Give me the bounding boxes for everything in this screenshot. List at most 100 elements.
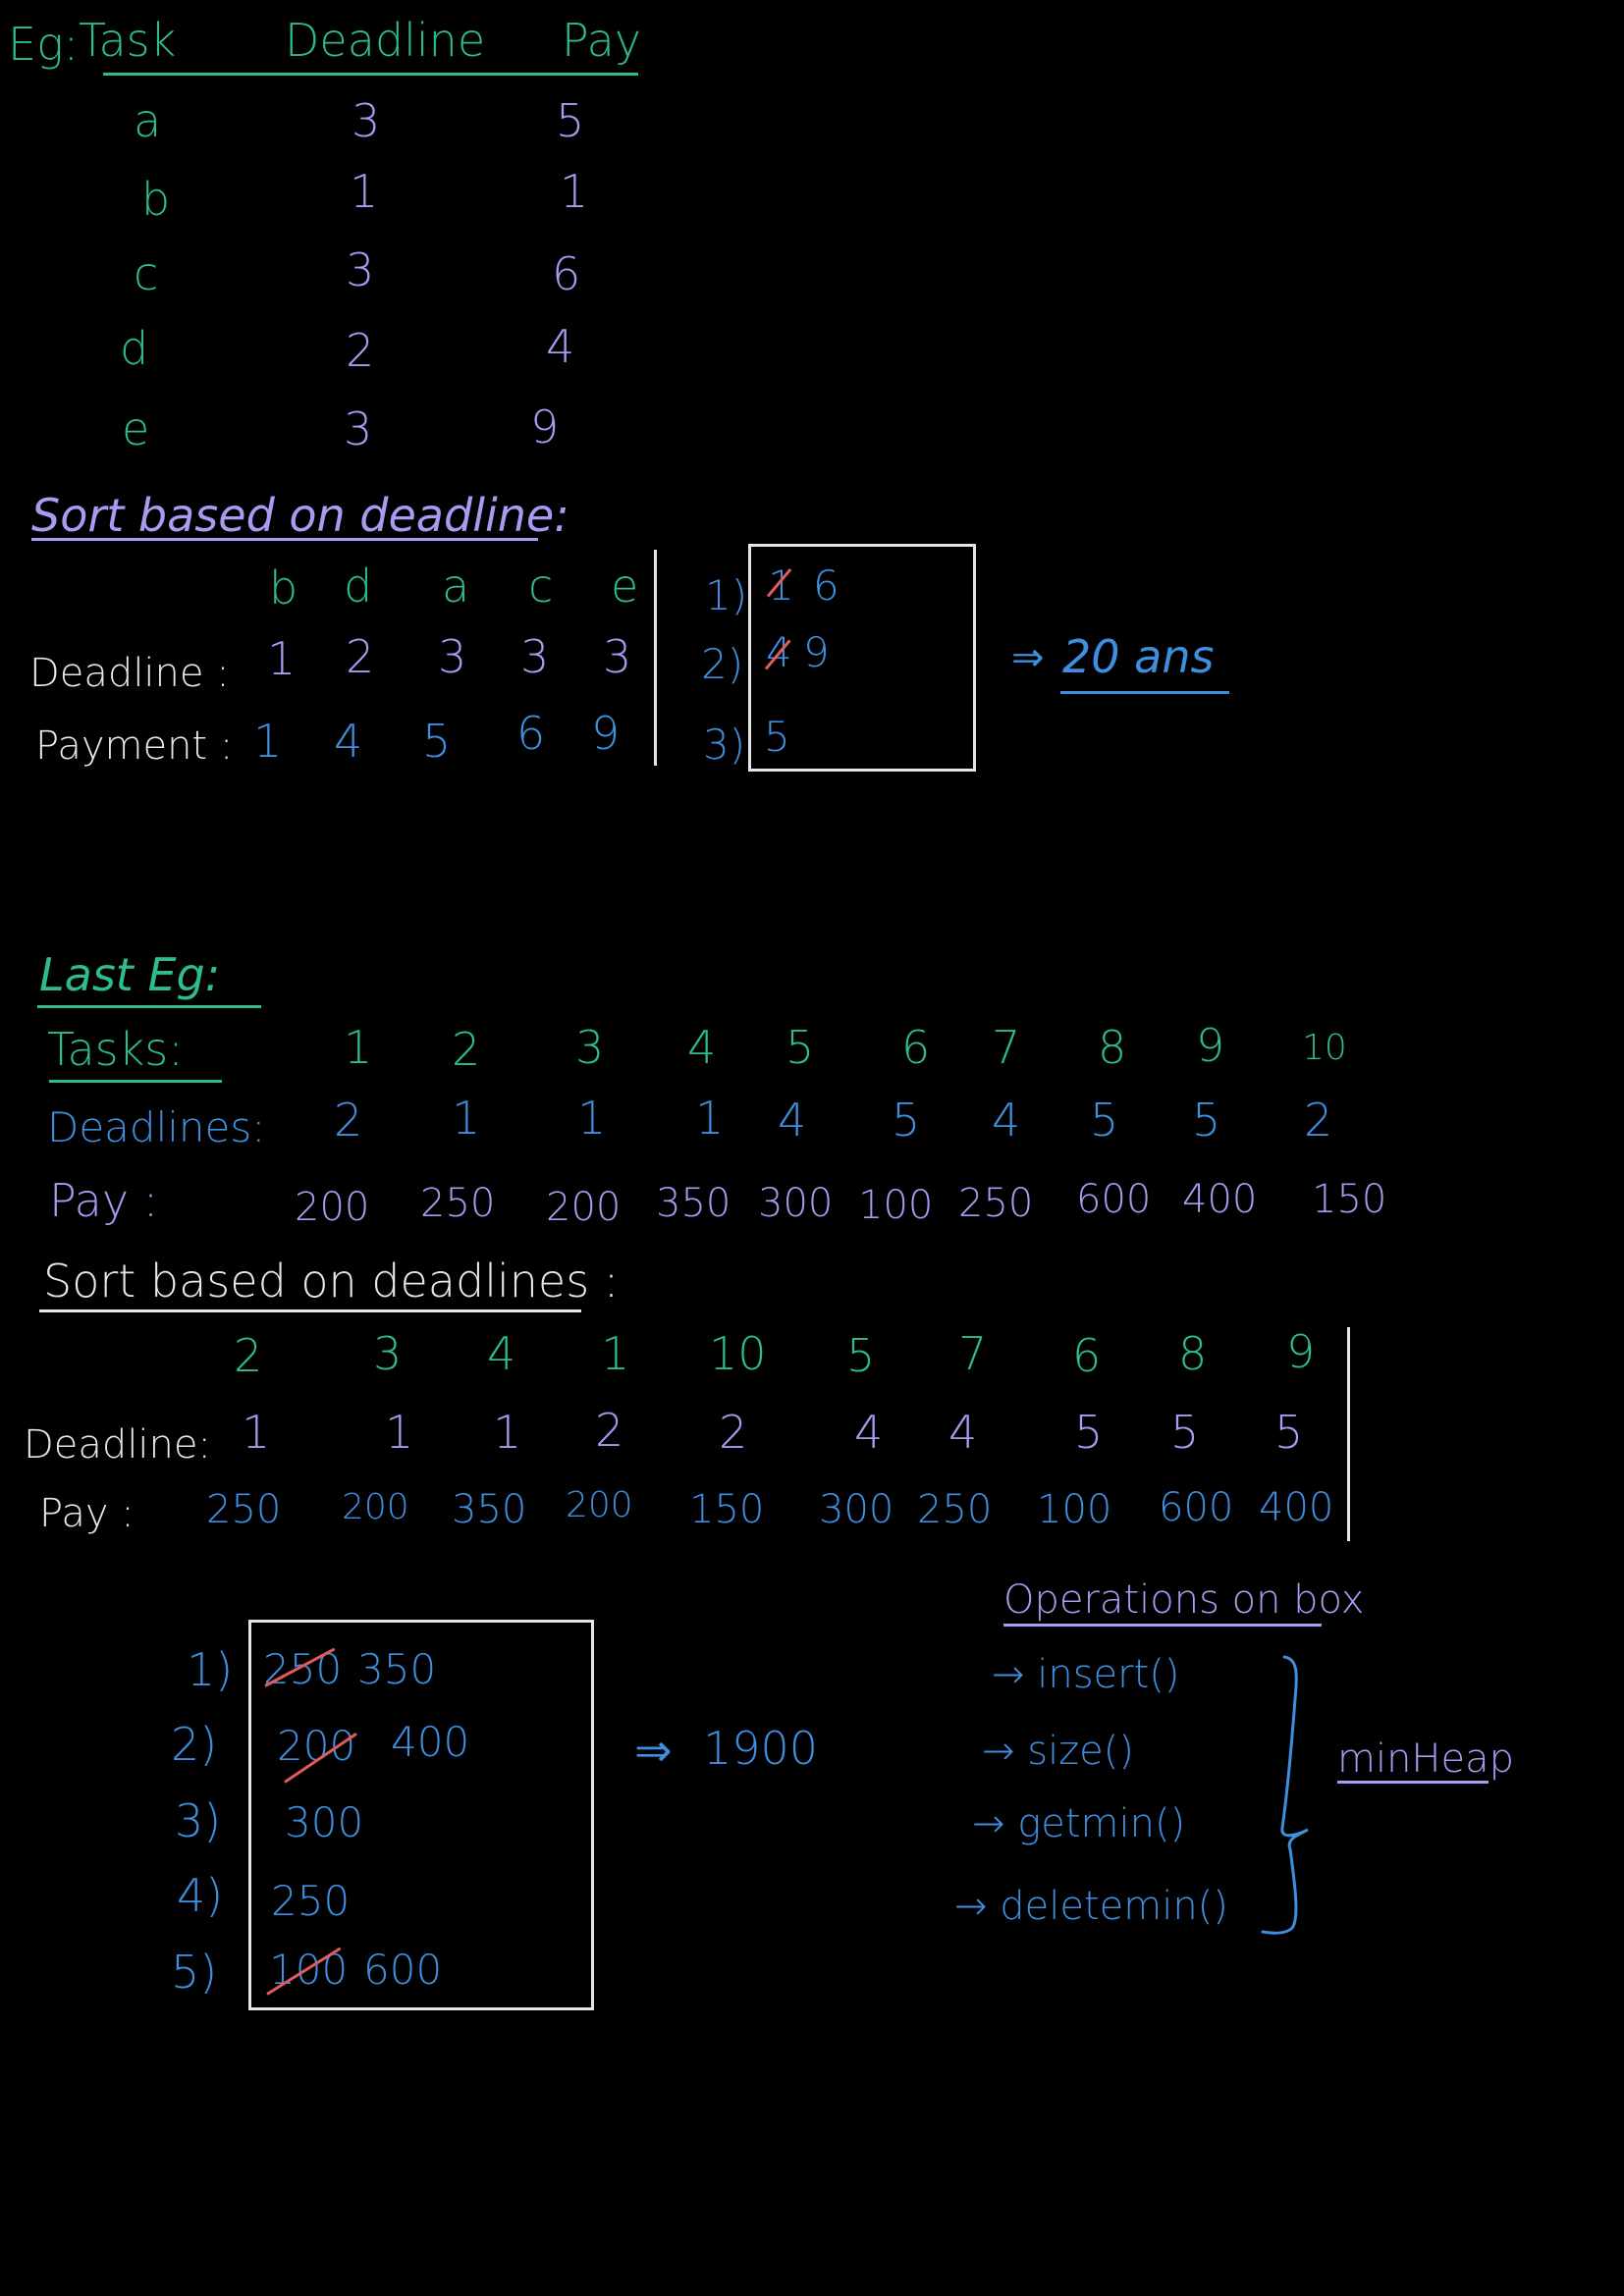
pay-value: 250 bbox=[420, 1181, 496, 1226]
slot-value: 400 bbox=[391, 1718, 470, 1766]
row-task: c bbox=[134, 247, 159, 300]
operations-heading: Operations on box bbox=[1003, 1577, 1365, 1623]
slot-value: 300 bbox=[285, 1798, 364, 1846]
pay-value: 250 bbox=[958, 1181, 1034, 1226]
sorted-pay-value: 200 bbox=[566, 1485, 633, 1525]
sorted-deadline-value: 4 bbox=[948, 1406, 978, 1459]
row-deadline: 2 bbox=[346, 324, 375, 377]
deadline-value: 5 bbox=[1090, 1094, 1119, 1147]
curly-brace-icon bbox=[1261, 1655, 1309, 1935]
sort-heading-underline bbox=[31, 538, 538, 541]
sorted-deadline-value: 5 bbox=[1074, 1406, 1104, 1459]
sorted-deadline-value: 2 bbox=[595, 1404, 624, 1457]
pay-value: 100 bbox=[858, 1183, 934, 1228]
sorted-task-number: 3 bbox=[373, 1327, 403, 1380]
row-task: a bbox=[134, 94, 162, 147]
divider-line bbox=[654, 550, 657, 766]
deadline-value: 1 bbox=[695, 1092, 725, 1145]
sorted-task: a bbox=[442, 560, 470, 613]
sorted-pay-value: 200 bbox=[342, 1487, 409, 1527]
task-number: 2 bbox=[452, 1023, 481, 1076]
sorted-pay-value: 400 bbox=[1259, 1485, 1334, 1530]
task-number: 5 bbox=[785, 1021, 815, 1074]
task-number: 7 bbox=[992, 1021, 1021, 1074]
task-number: 8 bbox=[1098, 1021, 1127, 1074]
slot-value: 5 bbox=[764, 713, 790, 761]
task-number: 1 bbox=[344, 1021, 373, 1074]
deadline-value: 1 bbox=[577, 1092, 607, 1145]
result-arrow: ⇒ bbox=[1011, 635, 1045, 680]
sorted-deadline-value: 1 bbox=[385, 1406, 414, 1459]
pay-value: 200 bbox=[295, 1185, 370, 1230]
slot-label: 4) bbox=[177, 1869, 224, 1922]
row-pay: 6 bbox=[552, 247, 581, 300]
slot-value: 250 bbox=[271, 1877, 351, 1925]
sorted-deadline: 1 bbox=[267, 632, 297, 685]
pay-value: 600 bbox=[1076, 1177, 1152, 1222]
slot-label: 2) bbox=[701, 640, 744, 688]
min-heap-label: minHeap bbox=[1337, 1736, 1515, 1782]
sorted-task: b bbox=[269, 561, 298, 614]
sorted-deadline-value: 5 bbox=[1170, 1406, 1200, 1459]
sorted-deadline-label: Deadline: bbox=[24, 1422, 211, 1468]
sorted-payment: 5 bbox=[422, 715, 452, 768]
min-heap-underline bbox=[1337, 1781, 1489, 1784]
task-number: 10 bbox=[1302, 1028, 1347, 1068]
task-number: 4 bbox=[687, 1021, 717, 1074]
struck-value: 250 bbox=[263, 1645, 343, 1693]
pay-value: 400 bbox=[1182, 1177, 1258, 1222]
sorted-deadline-value: 2 bbox=[719, 1406, 748, 1459]
sorted-payment: 1 bbox=[253, 715, 283, 768]
operation-item: → getmin() bbox=[972, 1801, 1186, 1846]
header-task: Task bbox=[79, 14, 177, 67]
sorted-task-number: 6 bbox=[1072, 1329, 1102, 1382]
result-arrow: ⇒ bbox=[634, 1724, 673, 1777]
sorted-deadline-value: 1 bbox=[493, 1406, 522, 1459]
deadline-value: 4 bbox=[992, 1094, 1021, 1147]
row-task: b bbox=[141, 173, 171, 226]
task-number: 6 bbox=[901, 1021, 931, 1074]
deadlines-label: Deadlines: bbox=[47, 1103, 266, 1151]
slot-value: 6 bbox=[813, 561, 839, 610]
last-eg-underline bbox=[37, 1005, 261, 1008]
sorted-payment: 9 bbox=[591, 707, 621, 760]
row-pay: 1 bbox=[560, 165, 589, 218]
sorted-deadline: 2 bbox=[346, 630, 375, 683]
row-task: e bbox=[122, 402, 150, 455]
task-number: 3 bbox=[575, 1021, 605, 1074]
tasks-label: Tasks: bbox=[47, 1023, 184, 1076]
sorted-deadline-value: 5 bbox=[1274, 1406, 1304, 1459]
result-value: 1900 bbox=[703, 1722, 819, 1775]
sorted-deadline-value: 4 bbox=[854, 1406, 884, 1459]
sorted-pay-value: 300 bbox=[819, 1487, 894, 1532]
slot-label: 5) bbox=[171, 1946, 218, 1999]
deadline-value: 5 bbox=[892, 1094, 921, 1147]
payment-label: Payment : bbox=[35, 723, 234, 769]
row-pay: 9 bbox=[530, 400, 560, 454]
header-underline bbox=[103, 73, 638, 76]
sorted-payment: 6 bbox=[516, 707, 546, 760]
header-deadline: Deadline bbox=[285, 14, 486, 67]
sorted-task-number: 2 bbox=[234, 1329, 263, 1382]
row-deadline: 3 bbox=[346, 243, 375, 296]
sorted-pay-value: 150 bbox=[689, 1487, 765, 1532]
pay-value: 200 bbox=[546, 1185, 622, 1230]
sorted-task-number: 7 bbox=[958, 1327, 988, 1380]
deadline-value: 2 bbox=[334, 1094, 363, 1147]
deadline-label: Deadline : bbox=[29, 651, 230, 696]
slot-label: 2) bbox=[171, 1718, 218, 1771]
sorted-deadline: 3 bbox=[438, 630, 467, 683]
sort-heading: Sort based on deadline: bbox=[31, 489, 569, 542]
row-deadline: 3 bbox=[352, 94, 381, 147]
result-underline bbox=[1060, 691, 1229, 694]
sorted-pay-label: Pay : bbox=[39, 1491, 135, 1536]
divider-line bbox=[1347, 1327, 1350, 1541]
operation-item: → insert() bbox=[992, 1652, 1180, 1697]
sort-deadlines-heading: Sort based on deadlines : bbox=[43, 1255, 620, 1308]
sorted-task: d bbox=[344, 560, 373, 613]
slot-value: 350 bbox=[357, 1645, 437, 1693]
slot-label: 3) bbox=[175, 1794, 222, 1847]
sorted-deadline-value: 1 bbox=[242, 1406, 271, 1459]
sorted-deadline: 3 bbox=[603, 630, 632, 683]
sorted-payment: 4 bbox=[334, 715, 363, 768]
